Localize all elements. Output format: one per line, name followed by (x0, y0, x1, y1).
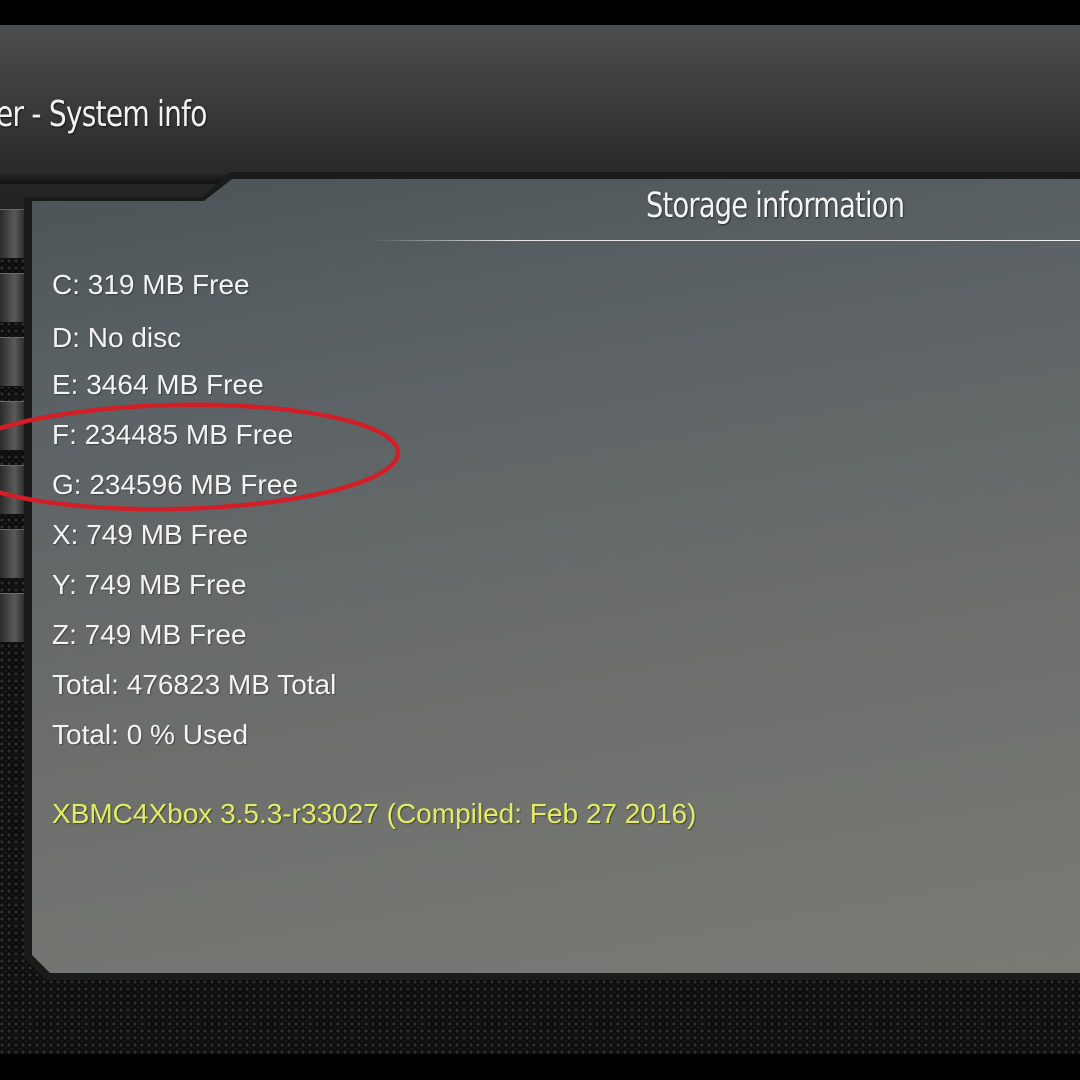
total-size: Total: 476823 MB Total (52, 669, 337, 700)
version-info: XBMC4Xbox 3.5.3-r33027 (Compiled: Feb 27… (52, 798, 697, 829)
drive-d-info: D: No disc (52, 322, 182, 353)
drive-f-info: F: 234485 MB Free (52, 419, 294, 450)
drive-x-info: X: 749 MB Free (52, 519, 249, 550)
side-menu (0, 205, 26, 660)
side-menu-item[interactable] (0, 337, 24, 387)
section-heading: Storage information (646, 186, 905, 226)
side-menu-item[interactable] (0, 401, 24, 451)
window-title: er - System info (0, 94, 207, 135)
side-menu-item[interactable] (0, 593, 24, 643)
side-menu-item[interactable] (0, 465, 24, 515)
side-menu-item[interactable] (0, 529, 24, 579)
heading-divider (372, 240, 1080, 241)
system-info-screen: er - System info Storage information C: … (0, 0, 1080, 1080)
drive-g-info: G: 234596 MB Free (52, 469, 298, 500)
drive-c-info: C: 319 MB Free (52, 269, 250, 300)
drive-e-info: E: 3464 MB Free (52, 369, 264, 400)
drive-z-info: Z: 749 MB Free (52, 619, 247, 650)
top-letterbox (0, 0, 1080, 25)
bottom-letterbox (0, 1054, 1080, 1080)
side-menu-item[interactable] (0, 273, 24, 323)
side-menu-item[interactable] (0, 209, 24, 259)
total-used: Total: 0 % Used (52, 719, 249, 750)
drive-y-info: Y: 749 MB Free (52, 569, 247, 600)
